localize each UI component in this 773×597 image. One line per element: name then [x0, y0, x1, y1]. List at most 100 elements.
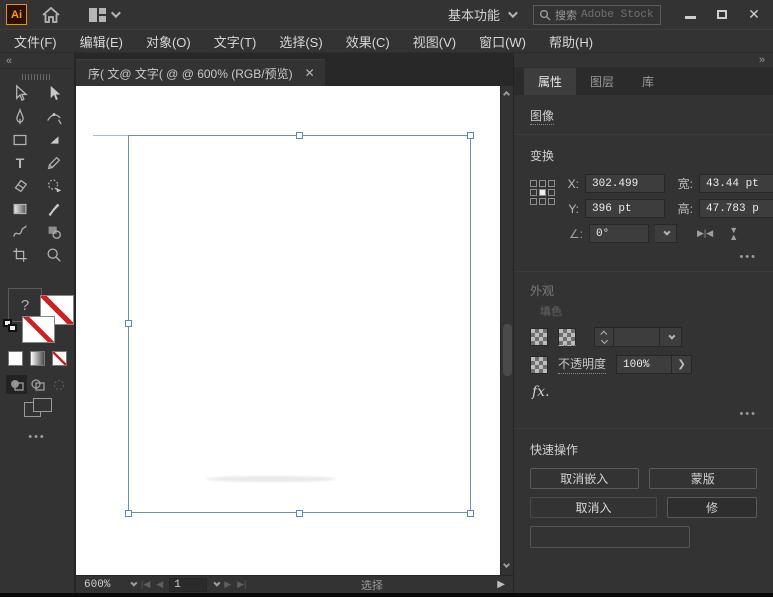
screen-mode-icon[interactable]: [24, 398, 54, 422]
blob-brush-tool[interactable]: [37, 197, 71, 220]
height-label: 高:: [671, 200, 693, 217]
pen-tool[interactable]: [3, 105, 37, 128]
appearance-more-options[interactable]: •••: [530, 408, 757, 420]
artifact-smudge: [206, 476, 336, 482]
panel-collapse-button[interactable]: »: [514, 53, 773, 68]
stroke-swatch-secondary[interactable]: [558, 328, 576, 346]
close-button[interactable]: ✕: [743, 7, 765, 23]
selection-handle-bottom-left[interactable]: [125, 510, 132, 517]
tab-libraries[interactable]: 库: [628, 68, 668, 95]
menu-select[interactable]: 选择(S): [279, 32, 322, 51]
menu-window[interactable]: 窗口(W): [479, 32, 526, 51]
tab-properties[interactable]: 属性: [524, 68, 576, 95]
first-artboard-icon: |◀: [141, 579, 150, 590]
minimize-button[interactable]: [679, 7, 701, 23]
selection-tool[interactable]: [3, 82, 37, 105]
gradient-tool[interactable]: [3, 197, 37, 220]
selection-bounding-box[interactable]: [128, 135, 471, 513]
type-tool[interactable]: T: [3, 151, 37, 174]
x-field[interactable]: 302.499: [585, 174, 665, 193]
flip-vertical-icon[interactable]: ▼▲: [729, 227, 738, 241]
window-bottom-edge: [0, 593, 773, 597]
selection-handle-bottom-right[interactable]: [467, 510, 474, 517]
tab-layers[interactable]: 图层: [576, 68, 628, 95]
rectangle-tool[interactable]: [3, 128, 37, 151]
edit-toolbar-button[interactable]: •••: [0, 431, 74, 443]
reference-point-selector[interactable]: [530, 180, 555, 207]
draw-behind-mode-button[interactable]: [27, 375, 48, 394]
selection-handle-top-right[interactable]: [467, 132, 474, 139]
opacity-expand-icon[interactable]: ❯: [672, 355, 692, 374]
search-input[interactable]: 搜索 Adobe Stock: [533, 5, 661, 25]
maximize-button[interactable]: [711, 7, 733, 23]
symbol-sprayer-tool[interactable]: [37, 220, 71, 243]
home-icon[interactable]: [41, 6, 61, 24]
opacity-label[interactable]: 不透明度: [558, 355, 606, 374]
width-field[interactable]: 43.44 pt: [699, 174, 773, 193]
menu-file[interactable]: 文件(F): [14, 32, 57, 51]
scroll-down-icon[interactable]: [503, 561, 510, 568]
direct-selection-tool[interactable]: [37, 82, 71, 105]
opacity-field[interactable]: 100%: [616, 355, 672, 374]
artboard-number-field[interactable]: 1: [169, 578, 207, 592]
document-tab[interactable]: 序( 文@ 文字( @ @ 600% (RGB/预览) ✕: [76, 59, 325, 86]
mask-button[interactable]: 蒙版: [649, 468, 758, 489]
transform-more-options[interactable]: •••: [530, 251, 757, 263]
default-fill-stroke-icon[interactable]: [3, 319, 19, 333]
selection-handle-bottom-mid[interactable]: [296, 510, 303, 517]
liquify-tool[interactable]: [3, 220, 37, 243]
tab-close-icon[interactable]: ✕: [305, 66, 315, 80]
rotate-label: ∠:: [563, 227, 583, 241]
gradient-button[interactable]: [30, 351, 45, 366]
zoom-dropdown-icon[interactable]: [130, 580, 137, 587]
zoom-tool[interactable]: [37, 243, 71, 266]
selection-handle-left-mid[interactable]: [125, 320, 132, 327]
menu-view[interactable]: 视图(V): [413, 32, 456, 51]
menu-object[interactable]: 对象(O): [146, 32, 191, 51]
arrange-documents-icon: [89, 8, 106, 22]
tools-collapse-button[interactable]: «: [0, 53, 74, 69]
flip-horizontal-icon[interactable]: ▶|◀: [697, 228, 713, 239]
lasso-tool[interactable]: [37, 174, 71, 197]
curvature-tool[interactable]: [37, 105, 71, 128]
menu-help[interactable]: 帮助(H): [549, 32, 593, 51]
opacity-swatch[interactable]: [530, 356, 548, 374]
document-area: 序( 文@ 文字( @ @ 600% (RGB/预览) ✕: [76, 53, 513, 593]
height-field[interactable]: 47.783 p: [699, 199, 773, 218]
arrange-documents-button[interactable]: [89, 8, 118, 22]
search-placeholder: 搜索: [555, 7, 577, 23]
menu-effect[interactable]: 效果(C): [346, 32, 390, 51]
artboard-dropdown-icon[interactable]: [214, 580, 221, 587]
artboard-tool[interactable]: [3, 243, 37, 266]
stroke-weight-dropdown-icon[interactable]: [660, 327, 682, 347]
menu-edit[interactable]: 编辑(E): [80, 32, 123, 51]
draw-inside-mode-button: [48, 375, 69, 394]
y-field[interactable]: 396 pt: [585, 199, 665, 218]
chevron-down-icon: [111, 8, 121, 18]
pencil-tool[interactable]: [37, 151, 71, 174]
rotate-dropdown[interactable]: [655, 224, 677, 243]
unembed-button[interactable]: 取消嵌入: [530, 468, 639, 489]
zoom-level-field[interactable]: 600%: [80, 579, 124, 591]
free-transform-tool[interactable]: [37, 128, 71, 151]
status-expand-icon[interactable]: ▶: [497, 579, 509, 590]
stroke-color-swatch[interactable]: [22, 316, 55, 343]
none-button[interactable]: [52, 351, 67, 366]
fx-button[interactable]: fx.: [532, 384, 757, 400]
workspace-switcher[interactable]: 基本功能: [448, 5, 515, 24]
color-button[interactable]: [8, 351, 23, 366]
vertical-scrollbar[interactable]: [500, 86, 513, 575]
selection-handle-top-mid[interactable]: [296, 132, 303, 139]
stroke-weight-stepper[interactable]: [594, 327, 614, 347]
document-tab-title: 序( 文@ 文字( @ @ 600% (RGB/预览): [88, 65, 293, 82]
scrollbar-thumb[interactable]: [503, 324, 512, 376]
menu-type[interactable]: 文字(T): [214, 32, 257, 51]
scroll-up-icon[interactable]: [503, 91, 510, 98]
rotate-field[interactable]: 0°: [589, 224, 649, 243]
stroke-weight-field[interactable]: [614, 327, 660, 347]
canvas[interactable]: [76, 86, 500, 575]
stroke-swatch[interactable]: [530, 328, 548, 346]
draw-normal-mode-button[interactable]: [6, 375, 27, 394]
tools-drag-grip[interactable]: [22, 74, 52, 80]
eraser-tool[interactable]: [3, 174, 37, 197]
